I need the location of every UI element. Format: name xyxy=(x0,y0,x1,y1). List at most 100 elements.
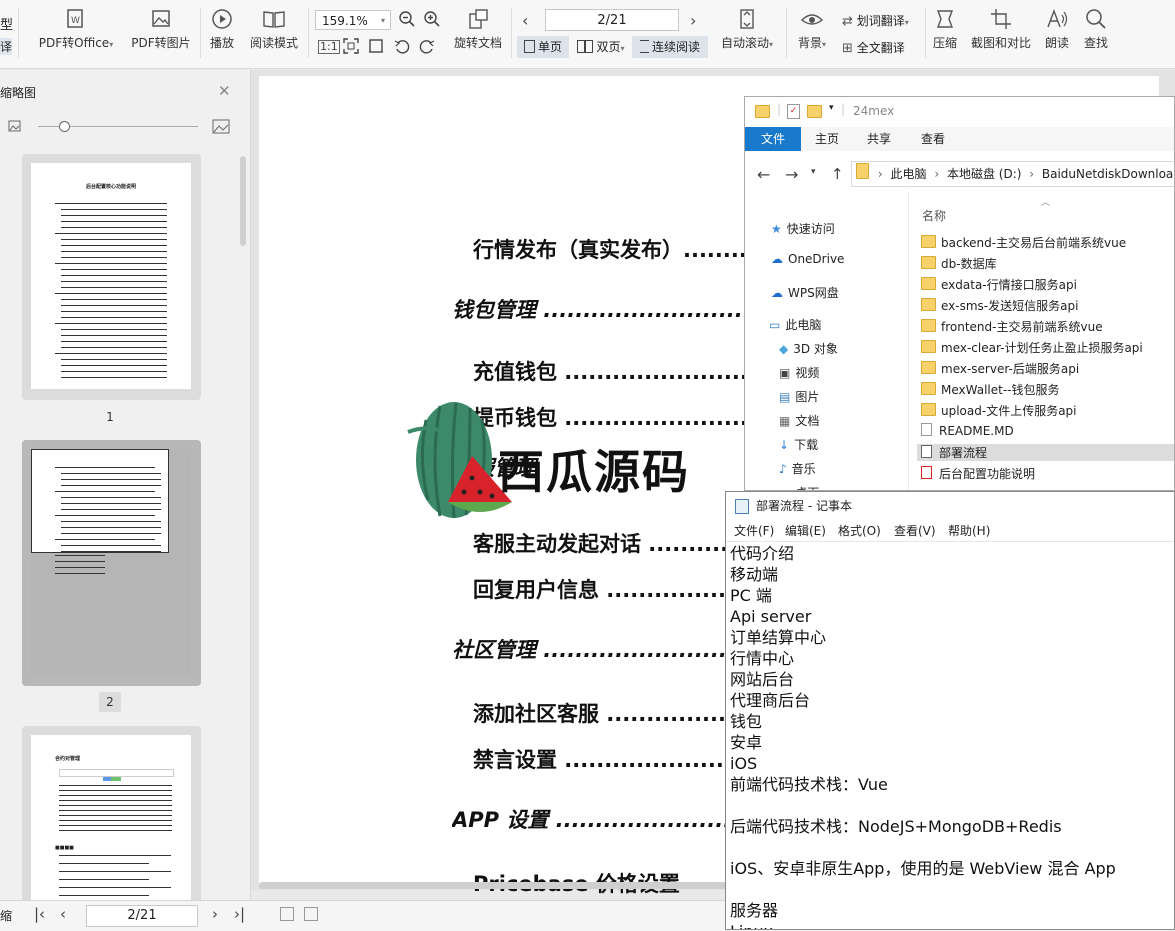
address-bar[interactable]: › 此电脑 › 本地磁盘 (D:) › BaiduNetdiskDownload xyxy=(851,161,1174,187)
thumbnail-page-3[interactable]: 合约对管理 ■■■■ xyxy=(22,726,201,910)
status-page-input[interactable]: 2/21 xyxy=(86,905,198,927)
breadcrumb-download[interactable]: BaiduNetdiskDownload xyxy=(1042,167,1174,181)
pdf-to-office-button[interactable]: W PDF转Office▾ xyxy=(37,8,115,51)
music-icon: ♪ xyxy=(779,462,787,476)
full-translate-button[interactable]: ⊞ 全文翻译 xyxy=(842,39,905,56)
page-number-input[interactable]: 2/21 xyxy=(545,9,679,31)
thumbnail-line xyxy=(61,347,167,348)
prev-page-icon[interactable]: ‹ xyxy=(522,11,528,30)
word-translate-button[interactable]: ⇄ 划词翻译▾ xyxy=(842,12,909,29)
screenshot-compare-button[interactable]: 截图和对比 xyxy=(968,8,1034,51)
actual-size-icon[interactable]: 1:1 xyxy=(318,40,340,54)
file-list-item[interactable]: exdata-行情接口服务api xyxy=(921,276,1077,293)
zoom-select[interactable]: 159.1% ▾ xyxy=(315,10,391,30)
nav-item[interactable]: ◆ 3D 对象 xyxy=(779,340,838,357)
next-page-icon[interactable]: › xyxy=(212,905,218,923)
menu-file[interactable]: 文件(F) xyxy=(734,522,774,539)
rotate-left-icon[interactable] xyxy=(394,38,410,58)
auto-scroll-button[interactable]: 自动滚动▾ xyxy=(716,8,778,51)
fit-width-icon[interactable] xyxy=(368,38,384,58)
file-list-item[interactable]: mex-clear-计划任务止盈止损服务api xyxy=(921,339,1143,356)
file-list-item[interactable]: db-数据库 xyxy=(921,255,997,272)
menu-format[interactable]: 格式(O) xyxy=(838,522,881,539)
menu-view[interactable]: 查看(V) xyxy=(894,522,936,539)
status-edge-label: 缩 xyxy=(0,909,13,923)
nav-item[interactable]: ▭ 此电脑 xyxy=(769,316,821,333)
single-page-button[interactable]: 单页 xyxy=(517,36,569,58)
forward-arrow-icon[interactable]: → xyxy=(785,165,798,184)
toolbar-edge-label-bottom[interactable]: 译 xyxy=(0,38,13,55)
search-icon xyxy=(1084,8,1108,30)
find-button[interactable]: 查找 xyxy=(1080,8,1112,51)
large-thumbnail-icon[interactable] xyxy=(212,119,230,137)
rotate-right-icon[interactable] xyxy=(419,38,435,58)
tab-home[interactable]: 主页 xyxy=(803,127,851,151)
folder-icon xyxy=(755,105,775,120)
horizontal-scrollbar[interactable] xyxy=(259,882,739,889)
nav-item[interactable]: ▦ 文档 xyxy=(779,412,819,429)
tab-share[interactable]: 共享 xyxy=(855,127,903,151)
new-folder-icon[interactable] xyxy=(807,105,827,120)
notepad-title: 部署流程 - 记事本 xyxy=(756,499,852,513)
last-page-icon[interactable]: ›| xyxy=(234,905,245,923)
nav-item[interactable]: ▣ 视频 xyxy=(779,364,819,381)
file-list-item[interactable]: 后台配置功能说明 xyxy=(921,465,1035,482)
file-list-item[interactable]: ex-sms-发送短信服务api xyxy=(921,297,1078,314)
properties-icon[interactable]: ✓ xyxy=(787,104,800,119)
read-mode-button[interactable]: 阅读模式 xyxy=(248,8,300,51)
forward-icon[interactable] xyxy=(304,907,318,921)
quick-access-dropdown-icon[interactable]: ▾ xyxy=(829,103,834,113)
zoom-out-icon[interactable] xyxy=(398,10,416,32)
sidebar-scrollbar[interactable] xyxy=(240,156,246,246)
close-icon[interactable]: ✕ xyxy=(218,82,231,100)
file-list-item[interactable]: MexWallet--钱包服务 xyxy=(921,381,1060,398)
zoom-in-icon[interactable] xyxy=(423,10,441,32)
file-list-item[interactable]: 部署流程 xyxy=(917,444,1174,461)
tab-view[interactable]: 查看 xyxy=(909,127,957,151)
thumbnail-line xyxy=(61,341,167,342)
file-list-item[interactable]: frontend-主交易前端系统vue xyxy=(921,318,1103,335)
prev-page-icon[interactable]: ‹ xyxy=(60,905,66,923)
nav-item[interactable]: ▬桌面 xyxy=(779,484,819,490)
nav-item[interactable]: ☁ OneDrive xyxy=(771,252,844,266)
nav-item-label: 图片 xyxy=(795,390,820,404)
nav-item[interactable]: ♪ 音乐 xyxy=(779,460,816,477)
next-page-icon[interactable]: › xyxy=(690,11,696,30)
nav-item[interactable]: ★ 快速访问 xyxy=(771,220,835,237)
file-list-item[interactable]: mex-server-后端服务api xyxy=(921,360,1079,377)
slider-handle[interactable] xyxy=(59,121,70,132)
play-button[interactable]: 播放 xyxy=(205,8,239,51)
recent-locations-icon[interactable]: ▾ xyxy=(811,167,816,177)
thumbnail-page-1[interactable]: 后台配置核心功能说明 xyxy=(22,154,201,400)
file-list-item[interactable]: README.MD xyxy=(921,423,1014,438)
first-page-icon[interactable]: |‹ xyxy=(34,905,45,923)
thumbnail-line xyxy=(61,227,167,228)
file-list-item[interactable]: backend-主交易后台前端系统vue xyxy=(921,234,1126,251)
small-thumbnail-icon[interactable] xyxy=(8,120,21,135)
pdf-to-image-button[interactable]: PDF转图片 xyxy=(130,8,192,51)
nav-item[interactable]: ↓ 下载 xyxy=(779,436,818,453)
background-button[interactable]: 背景▾ xyxy=(793,8,831,51)
double-page-button[interactable]: 双页▾ xyxy=(573,36,629,58)
notepad-line: 行情中心 xyxy=(730,649,795,668)
rotate-doc-button[interactable]: 旋转文档 xyxy=(452,8,504,51)
breadcrumb-this-pc[interactable]: 此电脑 xyxy=(890,167,926,181)
menu-edit[interactable]: 编辑(E) xyxy=(785,522,826,539)
breadcrumb-disk-d[interactable]: 本地磁盘 (D:) xyxy=(947,167,1021,181)
menu-divider xyxy=(726,541,1174,542)
nav-item[interactable]: ▤ 图片 xyxy=(779,388,819,405)
file-list-item[interactable]: upload-文件上传服务api xyxy=(921,402,1077,419)
menu-help[interactable]: 帮助(H) xyxy=(948,522,990,539)
back-icon[interactable] xyxy=(280,907,294,921)
column-header-name[interactable]: 名称 xyxy=(922,207,946,224)
nav-item[interactable]: ☁ WPS网盘 xyxy=(771,284,839,301)
compress-button[interactable]: 压缩 xyxy=(930,8,960,51)
up-arrow-icon[interactable]: ↑ xyxy=(831,165,844,183)
read-aloud-button[interactable]: 朗读 xyxy=(1041,8,1073,51)
back-arrow-icon[interactable]: ← xyxy=(757,165,770,184)
fit-page-icon[interactable] xyxy=(343,38,359,58)
thumbnail-page-2[interactable] xyxy=(22,440,201,686)
tab-file[interactable]: 文件 xyxy=(745,127,801,151)
folder-icon xyxy=(921,235,936,248)
continuous-read-button[interactable]: 连续阅读 xyxy=(632,36,708,58)
